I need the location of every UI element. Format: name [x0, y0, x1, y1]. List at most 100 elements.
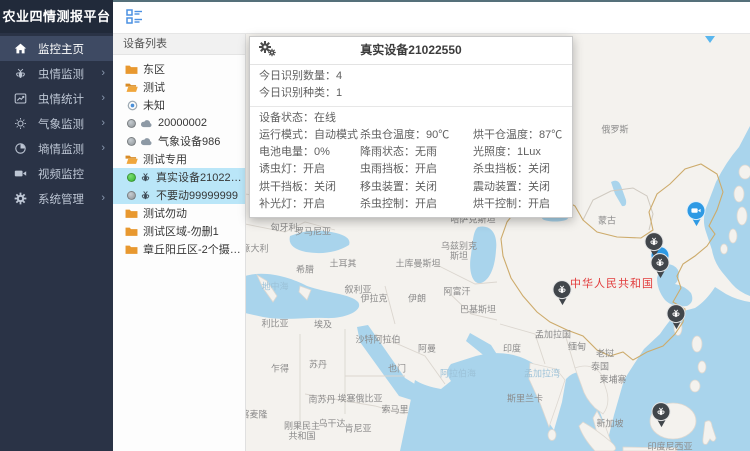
- insect-device-pin[interactable]: [652, 402, 673, 428]
- sidebar-item-label: 虫情监测: [38, 66, 101, 82]
- tree-device-row[interactable]: 真实设备21022550: [113, 168, 245, 186]
- sidebar-item[interactable]: 虫情统计›: [0, 86, 113, 111]
- folder-closed-icon: [125, 64, 138, 75]
- sidebar-item[interactable]: 视频监控: [0, 161, 113, 186]
- app-title: 农业四情测报平台: [0, 0, 113, 33]
- chart-icon: [13, 92, 27, 106]
- sidebar-item-label: 墒情监测: [38, 141, 101, 157]
- bug-icon: [553, 280, 572, 299]
- tree-device-row[interactable]: 20000002: [113, 114, 245, 132]
- device-param-row: 电池电量：0%降雨状态：无雨光照度：1Lux: [259, 144, 563, 161]
- tree-item-label: 测试勿动: [143, 205, 187, 221]
- app-window: 农业四情测报平台 监控主页虫情监测›虫情统计›气象监测›墒情监测›视频监控系统管…: [0, 0, 750, 451]
- tree-item-label: 气象设备986: [158, 133, 220, 149]
- chevron-right-icon: ›: [101, 143, 105, 154]
- tree-group-row[interactable]: 章丘阳丘区-2个摄像头: [113, 240, 245, 258]
- sidebar-item-label: 虫情统计: [38, 91, 101, 107]
- folder-closed-icon: [125, 244, 138, 255]
- bug-icon: [652, 402, 671, 421]
- pin-tail: [693, 219, 701, 226]
- status-dot-offline: [127, 137, 136, 146]
- chevron-right-icon: ›: [101, 68, 105, 79]
- video-camera-icon: [687, 201, 706, 220]
- insect-device-pin[interactable]: [651, 253, 672, 279]
- popup-stats-section: 今日识别数量：4今日识别种类：1: [250, 65, 572, 107]
- soil-icon: [13, 142, 27, 156]
- folder-open-icon: [125, 154, 138, 165]
- device-param-row: 补光灯：开启杀虫控制：开启烘干控制：开启: [259, 196, 563, 213]
- device-param: 烘干控制：开启: [473, 196, 563, 213]
- sidebar-item[interactable]: 气象监测›: [0, 111, 113, 136]
- popup-body: 今日识别数量：4今日识别种类：1 设备状态：在线 运行模式：自动模式杀虫仓温度：…: [250, 65, 572, 217]
- device-tree-toggle-icon[interactable]: [126, 8, 143, 25]
- window-top-edge: [113, 0, 750, 2]
- device-param: 杀虫挡板：关闭: [473, 161, 563, 178]
- device-param: 光照度：1Lux: [473, 144, 563, 161]
- pin-tail: [673, 322, 681, 329]
- sidebar-item[interactable]: 监控主页: [0, 36, 113, 61]
- device-param-row: 运行模式：自动模式杀虫仓温度：90℃烘干仓温度：87℃: [259, 127, 563, 144]
- chevron-right-icon: ›: [101, 93, 105, 104]
- sidebar-item[interactable]: 虫情监测›: [0, 61, 113, 86]
- partial-marker-tip: [705, 36, 715, 43]
- sidebar-item-label: 视频监控: [38, 166, 105, 182]
- header-bar: [113, 0, 750, 34]
- status-dot-offline: [127, 191, 136, 200]
- status-dot-offline: [127, 119, 136, 128]
- tree-device-row[interactable]: 气象设备986: [113, 132, 245, 150]
- device-param: 移虫装置：关闭: [360, 179, 473, 196]
- tree-item-label: 不要动99999999: [156, 187, 238, 203]
- tree-group-row[interactable]: 测试区域-勿删1: [113, 222, 245, 240]
- popup-header: 真实设备21022550: [250, 37, 572, 65]
- device-param: 虫雨挡板：开启: [360, 161, 473, 178]
- bug-icon: [667, 304, 686, 323]
- tree-item-label: 测试区域-勿删1: [143, 223, 219, 239]
- camera-device-pin[interactable]: [687, 201, 708, 227]
- insect-device-pin[interactable]: [667, 304, 688, 330]
- tree-device-row[interactable]: 不要动99999999: [113, 186, 245, 204]
- tree-item-label: 20000002: [158, 117, 207, 129]
- pin-tail: [658, 420, 666, 427]
- chevron-right-icon: ›: [101, 193, 105, 204]
- sidebar-item[interactable]: 系统管理›: [0, 186, 113, 211]
- tree-device-row[interactable]: 未知: [113, 96, 245, 114]
- tree-item-label: 东区: [143, 61, 165, 77]
- sidebar-item-label: 气象监测: [38, 116, 101, 132]
- tree-group-row[interactable]: 测试勿动: [113, 204, 245, 222]
- tree-item-label: 测试: [143, 79, 165, 95]
- recognition-stat-line: 今日识别种类：1: [259, 85, 563, 102]
- settings-cogs-icon[interactable]: [259, 41, 277, 59]
- folder-closed-icon: [125, 208, 138, 219]
- tree-item-label: 真实设备21022550: [156, 169, 245, 185]
- tree-group-row[interactable]: 测试: [113, 78, 245, 96]
- device-param: 运行模式：自动模式: [259, 127, 360, 144]
- bug-icon: [645, 232, 664, 251]
- bug-node-icon: [140, 172, 151, 183]
- popup-grid: 运行模式：自动模式杀虫仓温度：90℃烘干仓温度：87℃电池电量：0%降雨状态：无…: [259, 127, 563, 213]
- device-list-title: 设备列表: [113, 34, 245, 55]
- video-icon: [13, 167, 27, 181]
- device-param: 震动装置：关闭: [473, 179, 563, 196]
- device-param: 诱虫灯：开启: [259, 161, 360, 178]
- device-status-line: 设备状态：在线: [259, 110, 563, 127]
- tree-item-label: 未知: [143, 97, 165, 113]
- tree-group-row[interactable]: 东区: [113, 60, 245, 78]
- device-info-popup: 真实设备21022550 今日识别数量：4今日识别种类：1 设备状态：在线 运行…: [249, 36, 573, 218]
- device-param: 杀虫控制：开启: [360, 196, 473, 213]
- tree-item-label: 测试专用: [143, 151, 187, 167]
- device-param: 补光灯：开启: [259, 196, 360, 213]
- tree-group-row[interactable]: 测试专用: [113, 150, 245, 168]
- sidebar: 农业四情测报平台 监控主页虫情监测›虫情统计›气象监测›墒情监测›视频监控系统管…: [0, 0, 113, 451]
- sidebar-item[interactable]: 墒情监测›: [0, 136, 113, 161]
- device-param: 电池电量：0%: [259, 144, 360, 161]
- device-param: 烘干挡板：关闭: [259, 179, 360, 196]
- sidebar-item-label: 系统管理: [38, 191, 101, 207]
- weather-node-icon: [140, 137, 153, 146]
- gear-icon: [13, 192, 27, 206]
- bug-icon: [651, 253, 670, 272]
- weather-icon: [13, 117, 27, 131]
- insect-device-pin[interactable]: [553, 280, 574, 306]
- bug-node-icon: [140, 190, 151, 201]
- folder-open-icon: [125, 82, 138, 93]
- home-icon: [13, 42, 27, 56]
